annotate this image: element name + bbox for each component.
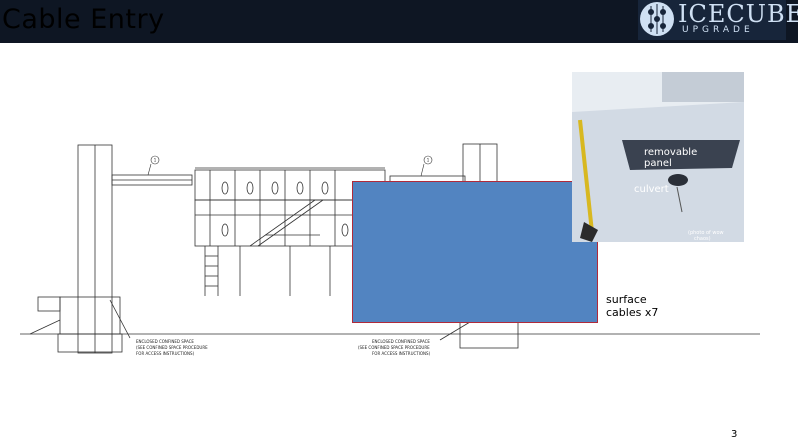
note-right-line2: (SEE CONFINED SPACE PROCEDURE	[358, 345, 430, 350]
surface-cables-line2: cables x7	[606, 306, 659, 319]
note-left-line1: ENCLOSED CONFINED SPACE	[136, 339, 194, 344]
label-culvert: culvert	[634, 184, 669, 195]
callout-number-2: 1	[427, 158, 430, 163]
label-removable-panel-line1: removable	[644, 147, 698, 158]
surface-cables-line1: surface	[606, 293, 647, 306]
cable-entry-highlight-box	[352, 181, 598, 323]
note-left-line3: FOR ACCESS INSTRUCTIONS)	[136, 351, 195, 356]
surface-cables-label: surface cables x7	[606, 293, 658, 319]
snow-culvert-photo: removable panel culvert (photo of wow ch…	[572, 72, 744, 242]
photo-credit-line2: chaos)	[694, 236, 711, 242]
note-right-line3: FOR ACCESS INSTRUCTIONS)	[372, 351, 431, 356]
note-left-line2: (SEE CONFINED SPACE PROCEDURE	[136, 345, 208, 350]
callout-number-1: 1	[154, 158, 157, 163]
page-number: 3	[731, 429, 738, 440]
note-right-line1: ENCLOSED CONFINED SPACE	[372, 339, 430, 344]
label-removable-panel-line2: panel	[644, 158, 672, 169]
